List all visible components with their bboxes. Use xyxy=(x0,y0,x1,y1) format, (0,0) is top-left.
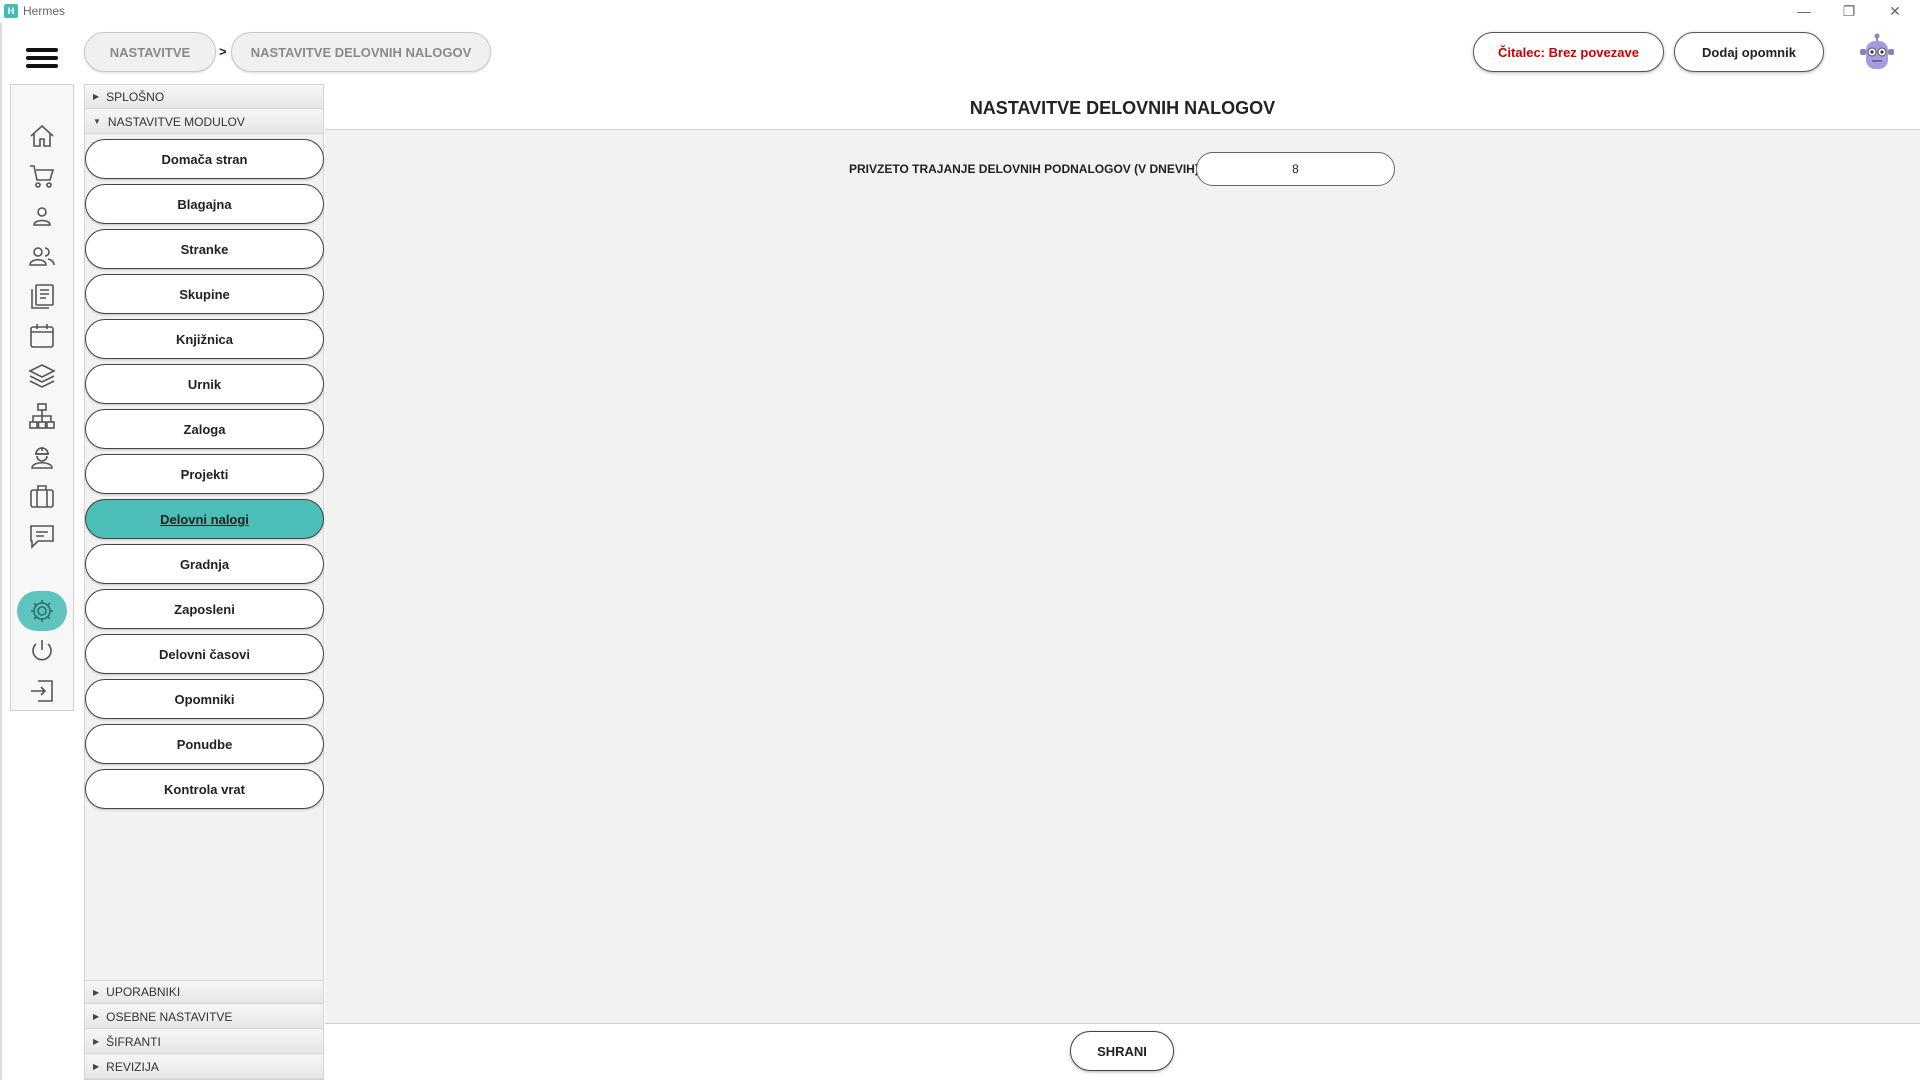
section-audit[interactable]: ▶ REVIZIJA xyxy=(85,1055,323,1079)
section-label: REVIZIJA xyxy=(106,1059,159,1074)
settings-gear-icon[interactable] xyxy=(17,591,67,631)
settings-navigation-panel: ▶ SPLOŠNO ▼ NASTAVITVE MODULOV Domača st… xyxy=(84,84,324,1080)
section-users[interactable]: ▶ UPORABNIKI xyxy=(85,980,323,1004)
hierarchy-icon[interactable] xyxy=(27,401,57,431)
default-subtask-duration-input[interactable] xyxy=(1196,152,1395,186)
module-library-button[interactable]: Knjižnica xyxy=(85,319,324,359)
default-subtask-duration-label: PRIVZETO TRAJANJE DELOVNIH PODNALOGOV (V… xyxy=(849,162,1199,176)
app-logo-icon: H xyxy=(4,4,18,18)
section-general[interactable]: ▶ SPLOŠNO xyxy=(85,85,323,109)
settings-content-area xyxy=(325,129,1920,1024)
module-cash-register-button[interactable]: Blagajna xyxy=(85,184,324,224)
worker-icon[interactable] xyxy=(27,441,57,471)
section-label: SPLOŠNO xyxy=(106,89,165,104)
documents-icon[interactable] xyxy=(27,281,57,311)
calendar-icon[interactable] xyxy=(27,321,57,351)
maximize-button[interactable]: ❐ xyxy=(1826,0,1872,22)
module-employees-button[interactable]: Zaposleni xyxy=(85,589,324,629)
page-title: NASTAVITVE DELOVNIH NALOGOV xyxy=(969,98,1276,118)
section-label: NASTAVITVE MODULOV xyxy=(107,114,245,129)
section-label: ŠIFRANTI xyxy=(106,1034,161,1049)
module-customers-button[interactable]: Stranke xyxy=(85,229,324,269)
window-title: Hermes xyxy=(23,4,66,18)
section-label: UPORABNIKI xyxy=(106,985,181,999)
main-navigation-bar xyxy=(10,84,74,711)
module-work-orders-button[interactable]: Delovni nalogi xyxy=(85,499,324,539)
expand-arrow-icon: ▶ xyxy=(93,92,100,101)
window-left-edge xyxy=(0,23,2,1080)
module-schedule-button[interactable]: Urnik xyxy=(85,364,324,404)
collapse-arrow-icon: ▼ xyxy=(93,117,101,126)
module-offers-button[interactable]: Ponudbe xyxy=(85,724,324,764)
expand-arrow-icon: ▶ xyxy=(93,1012,100,1021)
add-reminder-button[interactable]: Dodaj opomnik xyxy=(1674,32,1824,72)
module-reminders-button[interactable]: Opomniki xyxy=(85,679,324,719)
module-projects-button[interactable]: Projekti xyxy=(85,454,324,494)
minimize-button[interactable]: — xyxy=(1781,0,1827,22)
save-button[interactable]: SHRANI xyxy=(1070,1031,1174,1071)
person-icon[interactable] xyxy=(27,201,57,231)
logout-icon[interactable] xyxy=(27,676,57,706)
module-inventory-button[interactable]: Zaloga xyxy=(85,409,324,449)
module-work-times-button[interactable]: Delovni časovi xyxy=(85,634,324,674)
people-icon[interactable] xyxy=(27,241,57,271)
section-module-settings[interactable]: ▼ NASTAVITVE MODULOV xyxy=(85,110,323,134)
home-icon[interactable] xyxy=(27,121,57,151)
section-label: OSEBNE NASTAVITVE xyxy=(106,1009,233,1024)
reader-status-button[interactable]: Čitalec: Brez povezave xyxy=(1473,32,1664,72)
breadcrumb-settings[interactable]: NASTAVITVE xyxy=(84,32,216,72)
module-home-page-button[interactable]: Domača stran xyxy=(85,139,324,179)
briefcase-icon[interactable] xyxy=(27,481,57,511)
robot-avatar-icon xyxy=(1860,33,1894,69)
expand-arrow-icon: ▶ xyxy=(93,987,100,997)
expand-arrow-icon: ▶ xyxy=(93,1062,100,1071)
breadcrumb-work-order-settings[interactable]: NASTAVITVE DELOVNIH NALOGOV xyxy=(231,32,491,72)
close-button[interactable]: ✕ xyxy=(1872,0,1918,22)
layers-icon[interactable] xyxy=(27,361,57,391)
avatar[interactable] xyxy=(1858,33,1896,73)
module-construction-button[interactable]: Gradnja xyxy=(85,544,324,584)
section-codebooks[interactable]: ▶ ŠIFRANTI xyxy=(85,1030,323,1054)
chat-icon[interactable] xyxy=(27,521,57,551)
expand-arrow-icon: ▶ xyxy=(93,1037,100,1046)
hamburger-menu-icon[interactable] xyxy=(26,48,58,70)
breadcrumb-separator: > xyxy=(219,44,227,59)
module-door-control-button[interactable]: Kontrola vrat xyxy=(85,769,324,809)
power-icon[interactable] xyxy=(27,636,57,666)
module-groups-button[interactable]: Skupine xyxy=(85,274,324,314)
section-personal-settings[interactable]: ▶ OSEBNE NASTAVITVE xyxy=(85,1005,323,1029)
cart-icon[interactable] xyxy=(27,161,57,191)
title-bar: H Hermes — ❐ ✕ xyxy=(0,0,1920,23)
